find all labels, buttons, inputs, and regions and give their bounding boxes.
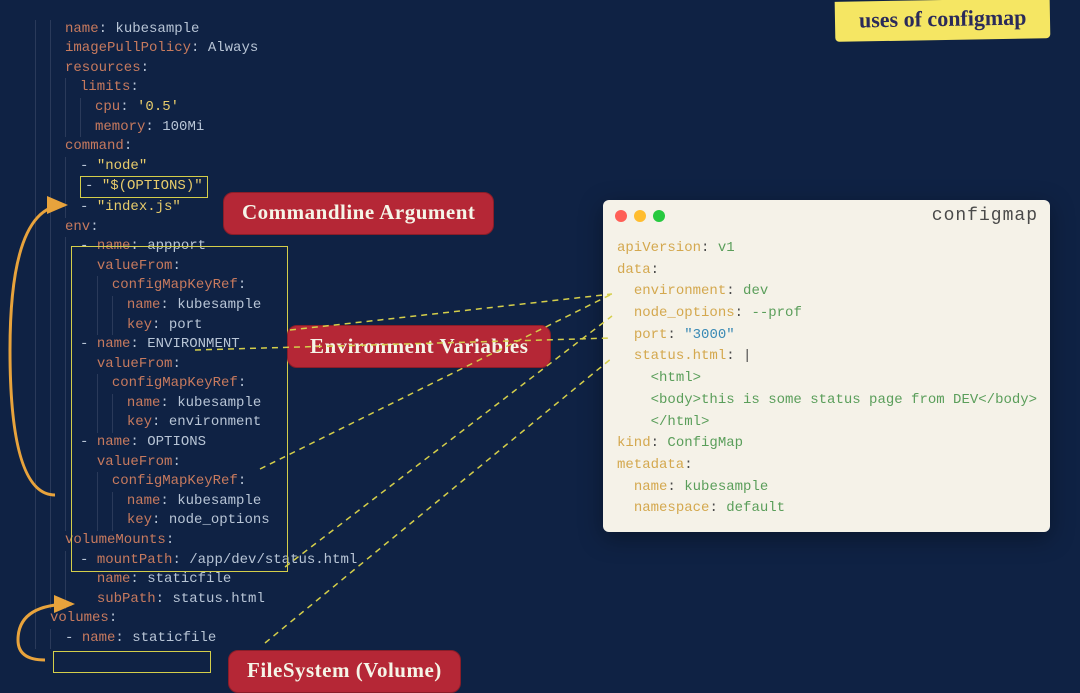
callout-commandline: Commandline Argument (223, 192, 494, 235)
close-dot-icon (615, 210, 627, 222)
cmdline-arg-highlight: - "$(OPTIONS)" (80, 176, 208, 198)
max-dot-icon (653, 210, 665, 222)
volume-highlight-box (53, 651, 211, 673)
min-dot-icon (634, 210, 646, 222)
window-titlebar: configmap (603, 200, 1050, 232)
key-name: name (65, 21, 99, 37)
callout-filesystem: FileSystem (Volume) (228, 650, 461, 693)
traffic-lights (615, 210, 665, 222)
callout-env: Environment Variables (287, 325, 551, 368)
window-title: configmap (932, 206, 1038, 226)
configmap-yaml: apiVersion: v1 data: environment: dev no… (603, 232, 1050, 532)
configmap-window: configmap apiVersion: v1 data: environme… (603, 200, 1050, 532)
sticky-note: uses of configmap (834, 0, 1050, 42)
